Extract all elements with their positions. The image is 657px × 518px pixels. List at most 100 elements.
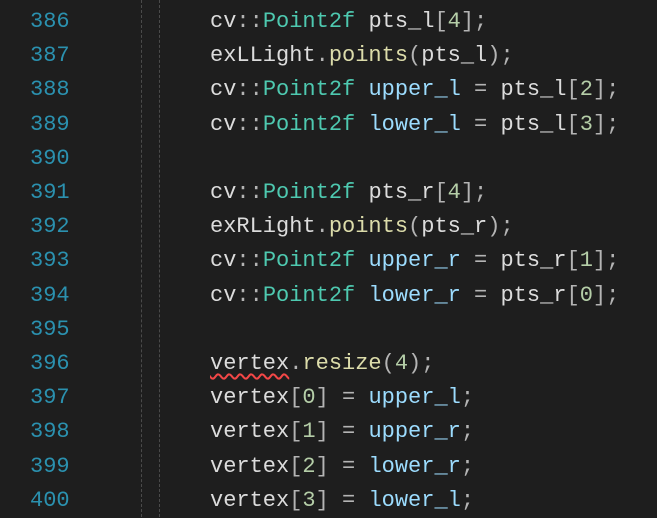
code-token: pts_r — [500, 282, 567, 308]
code-token: 2 — [579, 77, 593, 103]
code-line[interactable]: cv::Point2f lower_r = pts_r[0]; — [210, 279, 619, 313]
code-token: exLLight — [210, 43, 316, 69]
code-token: cv — [210, 282, 237, 308]
code-token: upper_l — [368, 77, 461, 103]
code-token: resize — [302, 351, 382, 376]
code-token: ] = — [315, 419, 369, 445]
code-token: [ — [566, 77, 580, 103]
code-token: upper_l — [368, 385, 461, 411]
code-token: vertex — [210, 487, 290, 513]
error-squiggle-token: vertex — [210, 351, 290, 376]
code-token: pts_r — [368, 180, 435, 205]
code-token: cv — [210, 9, 237, 34]
code-token: Point2f — [262, 180, 356, 205]
code-line[interactable]: vertex.resize(4); — [210, 347, 434, 381]
code-token: exRLight — [210, 214, 316, 240]
code-token: ); — [487, 43, 514, 69]
code-token: ]; — [592, 248, 620, 274]
code-token: . — [289, 351, 303, 376]
line-number: 387 — [30, 43, 70, 69]
code-line[interactable]: vertex[1] = upper_r; — [210, 415, 474, 449]
code-token: :: — [236, 111, 263, 137]
code-token: Point2f — [262, 111, 356, 137]
code-token: 3 — [579, 111, 593, 137]
line-number-gutter: 386 387 388 389 390 391 392 393 394 395 396 397 398 3… — [0, 0, 95, 517]
code-token: :: — [236, 282, 263, 308]
code-token: lower_l — [368, 487, 461, 513]
code-token: ]; — [592, 77, 620, 103]
code-token: vertex — [210, 419, 290, 445]
code-token: pts_l — [368, 9, 435, 34]
code-line[interactable]: cv::Point2f upper_l = pts_l[2]; — [210, 73, 619, 107]
code-token: [ — [289, 487, 303, 513]
code-token: ]; — [592, 282, 620, 308]
code-token: :: — [236, 9, 263, 34]
line-number: 394 — [30, 282, 70, 308]
code-token: [ — [289, 385, 303, 411]
code-token: vertex — [210, 453, 290, 479]
line-number: 388 — [30, 77, 70, 103]
code-token: 4 — [394, 351, 409, 376]
code-token: ] = — [315, 487, 369, 513]
code-token: [ — [434, 180, 448, 205]
line-number: 392 — [30, 214, 70, 240]
code-token: ; — [460, 453, 475, 479]
code-line[interactable]: cv::Point2f pts_l[4]; — [210, 5, 487, 39]
code-token: pts_l — [500, 111, 567, 137]
code-token: lower_l — [368, 111, 461, 137]
code-token: 1 — [579, 248, 593, 274]
code-editor[interactable]: 386 387 388 389 390 391 392 393 394 395 396 397 398 3… — [0, 0, 657, 517]
code-token: points — [328, 214, 409, 240]
code-token: = — [460, 77, 501, 103]
code-line[interactable]: cv::Point2f pts_r[4]; — [210, 176, 487, 210]
code-token: = — [460, 111, 501, 137]
code-token: ]; — [592, 111, 620, 137]
code-token: Point2f — [262, 248, 356, 274]
code-line[interactable]: vertex[0] = upper_l; — [210, 381, 474, 415]
code-token: Point2f — [262, 9, 356, 34]
code-token: lower_r — [368, 282, 461, 308]
code-token: 3 — [302, 487, 316, 513]
line-number: 389 — [30, 111, 70, 137]
code-token: ; — [460, 487, 475, 513]
code-token: . — [315, 214, 329, 240]
code-token: ] = — [315, 385, 369, 411]
code-token: 1 — [302, 419, 316, 445]
code-token: ; — [460, 385, 475, 411]
code-token: ] = — [315, 453, 369, 479]
code-token: pts_r — [421, 214, 488, 240]
line-number: 396 — [30, 351, 70, 376]
indent-guide — [159, 0, 160, 517]
code-token: pts_r — [500, 248, 567, 274]
code-token: pts_l — [500, 77, 567, 103]
code-token: lower_r — [368, 453, 461, 479]
line-number: 390 — [30, 145, 70, 171]
code-token: [ — [566, 248, 580, 274]
code-line[interactable]: exRLight.points(pts_r); — [210, 210, 514, 244]
code-token: ( — [381, 351, 395, 376]
code-line[interactable]: exLLight.points(pts_l); — [210, 39, 514, 73]
line-number: 391 — [30, 180, 70, 205]
code-token: :: — [236, 248, 263, 274]
code-token: [ — [566, 111, 580, 137]
code-token: upper_r — [368, 248, 461, 274]
code-line[interactable]: cv::Point2f lower_l = pts_l[3]; — [210, 108, 619, 142]
code-token: [ — [289, 453, 303, 479]
code-token: 0 — [579, 282, 593, 308]
code-token: Point2f — [262, 77, 356, 103]
code-token: upper_r — [368, 419, 461, 445]
line-number: 395 — [30, 316, 70, 342]
code-token: 0 — [302, 385, 316, 411]
code-line[interactable]: cv::Point2f upper_r = pts_r[1]; — [210, 244, 619, 278]
code-line[interactable]: vertex[3] = lower_l; — [210, 484, 474, 518]
code-token: 2 — [302, 453, 316, 479]
code-token: cv — [210, 180, 237, 205]
code-token: ( — [408, 43, 422, 69]
code-token: points — [328, 43, 409, 69]
line-number: 398 — [30, 419, 70, 445]
code-line[interactable]: vertex[2] = lower_r; — [210, 450, 474, 484]
code-text-area[interactable]: cv::Point2f pts_l[4]; exLLight.points(pts… — [210, 0, 657, 517]
